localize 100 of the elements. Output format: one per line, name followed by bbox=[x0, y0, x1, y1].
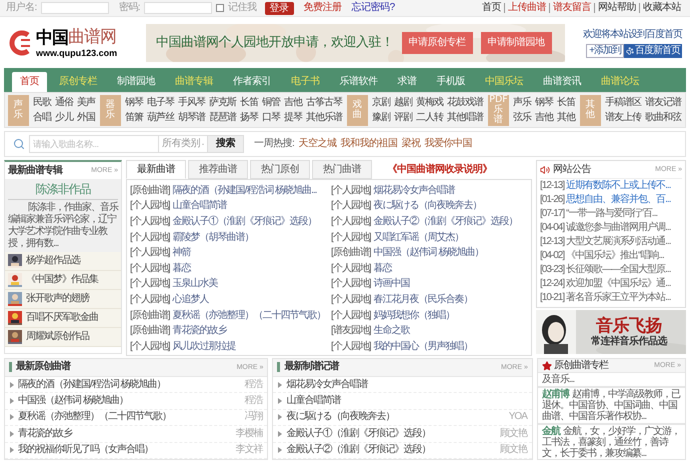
score-link[interactable]: 中国强（赵伟词 杨晓旭曲） bbox=[374, 247, 484, 260]
announcement-link[interactable]: 欢迎加盟《中国乐坛》通... bbox=[566, 278, 670, 290]
hot-search-link[interactable]: 天空之城 bbox=[298, 138, 336, 150]
score-link[interactable]: 神箭 bbox=[172, 247, 191, 260]
category-link[interactable]: 评剧 bbox=[394, 112, 412, 124]
category-link[interactable]: 豫剧 bbox=[372, 112, 390, 124]
login-button[interactable]: 登录 bbox=[264, 2, 294, 14]
score-link[interactable]: 妈妈我想你（独唱） bbox=[374, 310, 455, 322]
baidu-homepage-button[interactable]: 百度新首页 bbox=[624, 44, 682, 58]
nav-tab[interactable]: 求谱 bbox=[390, 72, 424, 92]
score-link[interactable]: 风儿吹过那拉提 bbox=[172, 340, 236, 353]
columnist-name[interactable]: 赵甫博 bbox=[542, 389, 569, 400]
category-link[interactable]: 二人转 bbox=[416, 112, 443, 124]
score-link[interactable]: 隔夜的酒（孙建国/程浩词 杨晓旭曲... bbox=[172, 184, 316, 197]
hot-search-link[interactable]: 我和我的祖国 bbox=[340, 138, 398, 150]
category-link[interactable]: 歌曲和弦 bbox=[645, 112, 681, 124]
category-link[interactable]: 笛箫 bbox=[125, 112, 143, 124]
columnist-name[interactable]: 金航 bbox=[542, 426, 560, 437]
score-link[interactable]: 金殿认子①（淮剧《牙痕记》选段） bbox=[172, 216, 317, 228]
category-link[interactable]: 扬琴 bbox=[240, 112, 258, 124]
album-item[interactable]: 《中国梦》作品集 bbox=[5, 271, 121, 290]
hot-search-link[interactable]: 梁祝 bbox=[401, 138, 420, 150]
score-link[interactable]: 夜に駆ける（向夜晚奔去） bbox=[286, 411, 394, 424]
search-button[interactable]: 搜索 bbox=[207, 135, 244, 153]
score-link[interactable]: 生命之歌 bbox=[374, 325, 410, 338]
nav-tab[interactable]: 制谱园地 bbox=[109, 72, 163, 92]
top-link[interactable]: 谱友留言 bbox=[549, 3, 594, 13]
score-tab[interactable]: 推荐曲谱 bbox=[188, 160, 248, 179]
hot-search-link[interactable]: 我爱你中国 bbox=[424, 138, 472, 150]
nav-tab[interactable]: 曲谱资讯 bbox=[535, 72, 589, 92]
category-link[interactable]: 外国 bbox=[77, 112, 95, 124]
score-link[interactable]: 我的祝福你听见了吗（女声合唱） bbox=[18, 444, 153, 456]
score-tab[interactable]: 热门原创 bbox=[250, 160, 310, 179]
nav-tab[interactable]: 手机版 bbox=[428, 72, 473, 92]
score-link[interactable]: 霸陵梦（胡琴曲谱） bbox=[172, 232, 254, 244]
category-link[interactable]: 钢琴 bbox=[535, 96, 553, 108]
nav-tab[interactable]: 作者索引 bbox=[225, 72, 279, 92]
score-link[interactable]: 暮恋 bbox=[374, 262, 392, 275]
score-link[interactable]: 夜に駆ける（向夜晚奔去） bbox=[374, 200, 482, 212]
category-link[interactable]: 古筝古琴 bbox=[306, 96, 342, 108]
category-link[interactable]: 手风琴 bbox=[178, 96, 205, 108]
category-link[interactable]: 手稿谱区 bbox=[605, 96, 641, 108]
score-link[interactable]: 烟花易冷女声合唱谱 bbox=[374, 184, 455, 197]
category-link[interactable]: 花鼓戏谱 bbox=[447, 96, 483, 108]
search-field[interactable]: 请输入歌曲名称... bbox=[29, 135, 159, 153]
album-item[interactable]: 张开歌声的翅膀 bbox=[5, 290, 121, 309]
category-link[interactable]: 其他 bbox=[557, 112, 575, 124]
category-link[interactable]: 谱友上传 bbox=[605, 112, 641, 124]
score-link[interactable]: 心追梦人 bbox=[172, 294, 209, 306]
category-link[interactable]: 美声 bbox=[77, 96, 95, 108]
forgot-password-link[interactable]: 忘记密码? bbox=[352, 2, 395, 14]
announcement-link[interactable]: 著名音乐家王立平为本站... bbox=[566, 292, 670, 304]
score-link[interactable]: 又唱红军谣（周艾杰） bbox=[374, 232, 464, 244]
category-link[interactable]: 声乐 bbox=[513, 96, 531, 108]
category-link[interactable]: 民歌 bbox=[33, 96, 51, 108]
category-link[interactable]: 其他唱谱 bbox=[447, 112, 483, 124]
category-link[interactable]: 弦乐 bbox=[513, 112, 531, 124]
score-link[interactable]: 暮恋 bbox=[172, 262, 191, 275]
score-tab[interactable]: 热门曲谱 bbox=[312, 160, 372, 179]
announcement-link[interactable]: 《中国乐坛》推出“唱响... bbox=[566, 250, 664, 262]
score-tab[interactable]: 最新曲谱 bbox=[126, 160, 186, 179]
score-link[interactable]: 我的中国心（男声独唱） bbox=[374, 340, 473, 353]
category-link[interactable]: 京剧 bbox=[372, 96, 390, 108]
category-link[interactable]: 其他乐谱 bbox=[306, 112, 342, 124]
score-link[interactable]: 青花瓷的故乡 bbox=[172, 325, 227, 338]
score-link[interactable]: 山童合唱简谱 bbox=[172, 200, 227, 212]
category-link[interactable]: 通俗 bbox=[55, 96, 73, 108]
score-link[interactable]: 春江花月夜（民乐合奏） bbox=[374, 294, 473, 306]
score-link[interactable]: 夏秋谣（亦弛整理）（二十四节气歌） bbox=[172, 310, 326, 322]
top-link[interactable]: 上传曲谱 bbox=[504, 3, 549, 13]
category-link[interactable]: 铜管 bbox=[262, 96, 280, 108]
score-link[interactable]: 金殿认子②（淮剧《牙痕记》选段） bbox=[374, 216, 518, 228]
category-link[interactable]: 长笛 bbox=[557, 96, 575, 108]
username-field[interactable] bbox=[40, 2, 109, 14]
score-link[interactable]: 隔夜的酒（孙建国/程浩词 杨晓旭曲） bbox=[18, 378, 166, 391]
category-link[interactable]: 胡琴谱 bbox=[178, 112, 205, 124]
category-link[interactable]: 电子琴 bbox=[147, 96, 174, 108]
album-item[interactable]: 周耀斌原创作品 bbox=[5, 328, 121, 347]
apply-button[interactable]: 申请制谱园地 bbox=[480, 32, 552, 54]
score-link[interactable]: 烟花易冷女声合唱谱 bbox=[286, 378, 368, 391]
add-button[interactable]: +添加到 bbox=[586, 44, 624, 58]
score-link[interactable]: 金殿认子①（淮剧《牙痕记》选段） bbox=[286, 428, 430, 440]
password-field[interactable] bbox=[144, 2, 212, 14]
score-link[interactable]: 山童合唱简谱 bbox=[286, 394, 340, 407]
category-link[interactable]: 谱友记谱 bbox=[645, 96, 681, 108]
announcement-link[interactable]: “一带一路与爱同行”百... bbox=[566, 208, 658, 220]
category-link[interactable]: 吉他 bbox=[284, 96, 302, 108]
album-item[interactable]: 百唱不厌军歌金曲 bbox=[5, 309, 121, 328]
category-link[interactable]: 琵琶谱 bbox=[209, 112, 236, 124]
nav-tab[interactable]: 乐谱软件 bbox=[332, 72, 386, 92]
category-link[interactable]: 提琴 bbox=[284, 112, 302, 124]
score-link[interactable]: 夏秋谣（亦弛整理）（二十四节气歌） bbox=[18, 411, 171, 424]
announcement-link[interactable]: 近期有数陈不上或上传不... bbox=[566, 180, 670, 192]
score-link[interactable]: 玉泉山水美 bbox=[172, 278, 218, 290]
top-link[interactable]: 收藏本站 bbox=[639, 3, 684, 13]
announcement-link[interactable]: 诚邀您参与曲谱网用户调... bbox=[566, 222, 670, 234]
ad-banner[interactable]: 音乐飞扬 常连祥音乐作品选 bbox=[536, 310, 686, 354]
remember-checkbox[interactable] bbox=[216, 4, 224, 12]
category-link[interactable]: 钢琴 bbox=[125, 96, 143, 108]
announcement-link[interactable]: 思想自由、兼容并包、百... bbox=[566, 194, 670, 206]
